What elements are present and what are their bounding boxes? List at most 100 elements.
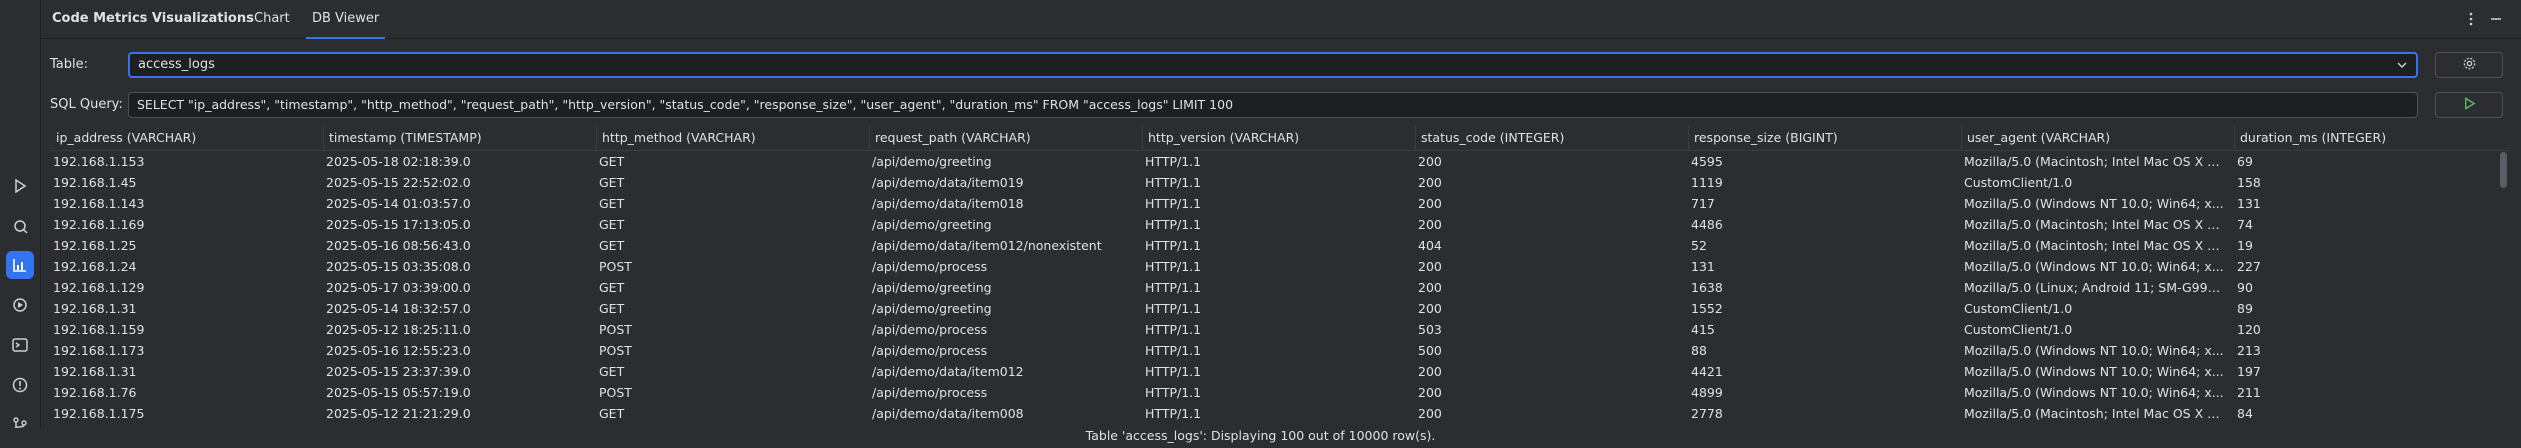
table-cell[interactable]: 69 [2237, 154, 2487, 169]
table-cell[interactable]: 158 [2237, 175, 2487, 190]
table-cell[interactable]: 2025-05-18 02:18:39.0 [326, 154, 588, 169]
table-cell[interactable]: HTTP/1.1 [1145, 406, 1407, 421]
table-cell[interactable]: HTTP/1.1 [1145, 217, 1407, 232]
column-divider[interactable] [1688, 126, 1689, 150]
table-cell[interactable]: 2025-05-15 03:35:08.0 [326, 259, 588, 274]
table-cell[interactable]: GET [599, 406, 861, 421]
table-cell[interactable]: 192.168.1.173 [53, 343, 315, 358]
table-cell[interactable]: 2025-05-16 08:56:43.0 [326, 238, 588, 253]
table-select[interactable]: access_logs [128, 52, 2418, 78]
table-cell[interactable]: 2025-05-12 21:21:29.0 [326, 406, 588, 421]
table-cell[interactable]: 200 [1418, 217, 1680, 232]
table-cell[interactable]: GET [599, 238, 861, 253]
table-cell[interactable]: 90 [2237, 280, 2487, 295]
table-cell[interactable]: GET [599, 364, 861, 379]
column-divider[interactable] [869, 126, 870, 150]
table-cell[interactable]: 192.168.1.31 [53, 301, 315, 316]
table-cell[interactable]: 2025-05-14 18:32:57.0 [326, 301, 588, 316]
table-cell[interactable]: GET [599, 175, 861, 190]
table-cell[interactable]: 192.168.1.129 [53, 280, 315, 295]
table-cell[interactable]: HTTP/1.1 [1145, 259, 1407, 274]
table-cell[interactable]: 88 [1691, 343, 1953, 358]
table-cell[interactable]: 200 [1418, 196, 1680, 211]
table-cell[interactable]: 415 [1691, 322, 1953, 337]
table-cell[interactable]: Mozilla/5.0 (Windows NT 10.0; Win64; x..… [1964, 364, 2226, 379]
table-row[interactable]: 192.168.1.31 2025-05-14 18:32:57.0 GET/api… [50, 298, 2510, 319]
table-cell[interactable]: HTTP/1.1 [1145, 196, 1407, 211]
column-divider[interactable] [323, 126, 324, 150]
column-divider[interactable] [1415, 126, 1416, 150]
column-divider[interactable] [596, 126, 597, 150]
table-cell[interactable]: 192.168.1.24 [53, 259, 315, 274]
table-cell[interactable]: 1638 [1691, 280, 1953, 295]
table-cell[interactable]: 4421 [1691, 364, 1953, 379]
table-row[interactable]: 192.168.1.25 2025-05-16 08:56:43.0 GET/api… [50, 235, 2510, 256]
table-cell[interactable]: Mozilla/5.0 (Macintosh; Intel Mac OS X 1… [1964, 217, 2226, 232]
table-row[interactable]: 192.168.1.143 2025-05-14 01:03:57.0 GET/ap… [50, 193, 2510, 214]
column-header[interactable]: request_path (VARCHAR) [875, 130, 1135, 145]
table-cell[interactable]: CustomClient/1.0 [1964, 301, 2226, 316]
table-cell[interactable]: 200 [1418, 385, 1680, 400]
table-cell[interactable]: HTTP/1.1 [1145, 364, 1407, 379]
table-cell[interactable]: 200 [1418, 364, 1680, 379]
settings-button[interactable] [2435, 52, 2503, 78]
run-icon[interactable] [6, 172, 34, 200]
table-cell[interactable]: 213 [2237, 343, 2487, 358]
table-cell[interactable]: GET [599, 196, 861, 211]
column-header[interactable]: http_method (VARCHAR) [602, 130, 862, 145]
table-cell[interactable]: 192.168.1.159 [53, 322, 315, 337]
table-cell[interactable]: Mozilla/5.0 (Macintosh; Intel Mac OS X 1… [1964, 238, 2226, 253]
table-cell[interactable]: 74 [2237, 217, 2487, 232]
table-cell[interactable]: HTTP/1.1 [1145, 385, 1407, 400]
table-cell[interactable]: 2025-05-14 01:03:57.0 [326, 196, 588, 211]
table-cell[interactable]: 200 [1418, 406, 1680, 421]
table-cell[interactable]: 192.168.1.143 [53, 196, 315, 211]
table-cell[interactable]: Mozilla/5.0 (Windows NT 10.0; Win64; x..… [1964, 343, 2226, 358]
table-row[interactable]: 192.168.1.175 2025-05-12 21:21:29.0 GET/ap… [50, 403, 2510, 424]
table-cell[interactable]: HTTP/1.1 [1145, 175, 1407, 190]
table-cell[interactable]: /api/demo/process [872, 343, 1134, 358]
table-row[interactable]: 192.168.1.31 2025-05-15 23:37:39.0 GET/api… [50, 361, 2510, 382]
column-header[interactable]: response_size (BIGINT) [1694, 130, 1954, 145]
table-cell[interactable]: HTTP/1.1 [1145, 343, 1407, 358]
table-cell[interactable]: GET [599, 217, 861, 232]
table-cell[interactable]: POST [599, 259, 861, 274]
table-cell[interactable]: /api/demo/data/item012 [872, 364, 1134, 379]
table-cell[interactable]: 1119 [1691, 175, 1953, 190]
column-header[interactable]: http_version (VARCHAR) [1148, 130, 1408, 145]
table-cell[interactable]: HTTP/1.1 [1145, 322, 1407, 337]
run-query-button[interactable] [2435, 92, 2503, 118]
table-cell[interactable]: HTTP/1.1 [1145, 238, 1407, 253]
table-cell[interactable]: 192.168.1.76 [53, 385, 315, 400]
table-cell[interactable]: /api/demo/greeting [872, 280, 1134, 295]
table-cell[interactable]: GET [599, 280, 861, 295]
table-cell[interactable]: GET [599, 301, 861, 316]
table-cell[interactable]: 131 [2237, 196, 2487, 211]
table-cell[interactable]: CustomClient/1.0 [1964, 322, 2226, 337]
table-row[interactable]: 192.168.1.159 2025-05-12 18:25:11.0 POST/a… [50, 319, 2510, 340]
table-cell[interactable]: Mozilla/5.0 (Windows NT 10.0; Win64; x..… [1964, 259, 2226, 274]
services-icon[interactable] [6, 212, 34, 240]
table-cell[interactable]: 52 [1691, 238, 1953, 253]
table-cell[interactable]: 192.168.1.25 [53, 238, 315, 253]
table-cell[interactable]: 2025-05-15 17:13:05.0 [326, 217, 588, 232]
table-cell[interactable]: 192.168.1.31 [53, 364, 315, 379]
column-divider[interactable] [1961, 126, 1962, 150]
table-cell[interactable]: 200 [1418, 259, 1680, 274]
table-cell[interactable]: 2025-05-15 05:57:19.0 [326, 385, 588, 400]
table-cell[interactable]: 500 [1418, 343, 1680, 358]
table-cell[interactable]: HTTP/1.1 [1145, 280, 1407, 295]
table-cell[interactable]: 4486 [1691, 217, 1953, 232]
table-cell[interactable]: 2025-05-17 03:39:00.0 [326, 280, 588, 295]
table-cell[interactable]: 131 [1691, 259, 1953, 274]
terminal-icon[interactable] [6, 331, 34, 359]
table-cell[interactable]: 211 [2237, 385, 2487, 400]
minimize-icon[interactable] [2485, 8, 2507, 30]
sql-query-input[interactable]: SELECT "ip_address", "timestamp", "http_… [128, 92, 2418, 118]
table-cell[interactable]: 2025-05-15 23:37:39.0 [326, 364, 588, 379]
chart-icon[interactable] [6, 251, 34, 279]
problems-icon[interactable] [6, 371, 34, 399]
table-row[interactable]: 192.168.1.153 2025-05-18 02:18:39.0 GET/ap… [50, 151, 2510, 172]
table-row[interactable]: 192.168.1.169 2025-05-15 17:13:05.0 GET/ap… [50, 214, 2510, 235]
table-cell[interactable]: /api/demo/process [872, 259, 1134, 274]
